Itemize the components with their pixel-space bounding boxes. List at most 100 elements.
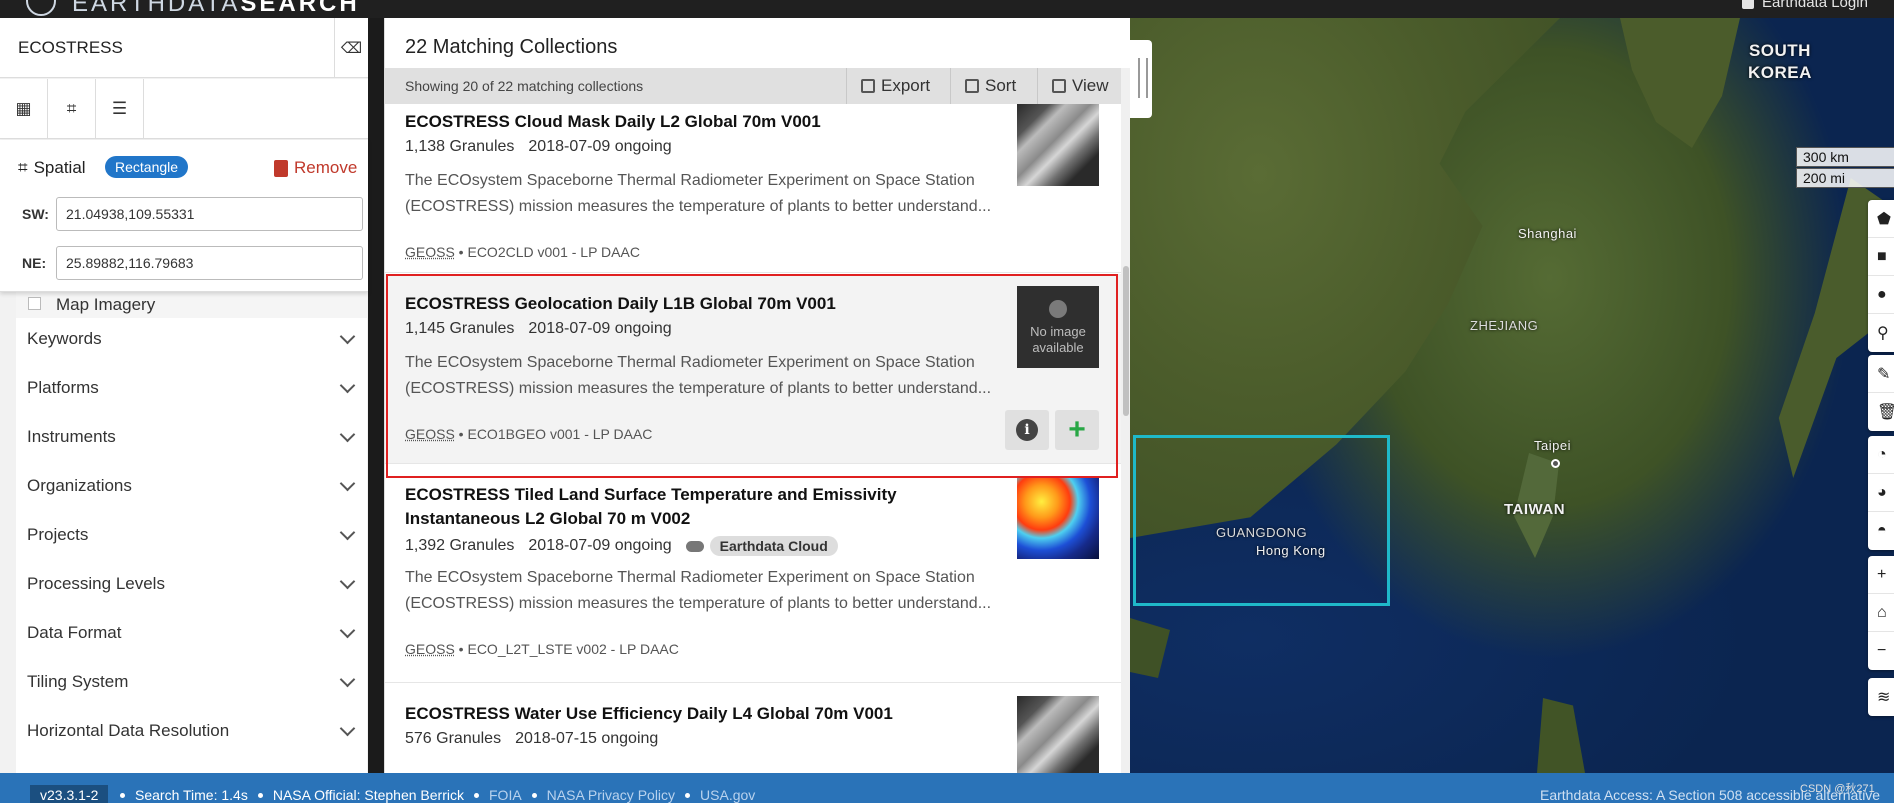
results-panel: 22 Matching Collections Showing 20 of 22…: [384, 18, 1131, 773]
collection-description: The ECOsystem Spaceborne Thermal Radiome…: [405, 354, 992, 397]
globe-icon: [1049, 300, 1067, 318]
facet-organizations[interactable]: Organizations: [16, 461, 367, 510]
facet-label: Tiling System: [27, 672, 129, 691]
spatial-type-badge: Rectangle: [105, 156, 189, 178]
login-link[interactable]: Earthdata Login: [1742, 0, 1868, 11]
collection-title[interactable]: ECOSTRESS Tiled Land Surface Temperature…: [405, 483, 975, 531]
add-collection-button[interactable]: +: [1055, 410, 1099, 450]
projection-geographic-button[interactable]: ◕: [1868, 474, 1894, 512]
plus-icon: +: [1877, 565, 1887, 583]
collection-item[interactable]: ECOSTRESS Tiled Land Surface Temperature…: [385, 465, 1121, 683]
edit-shape-button[interactable]: ✎: [1868, 355, 1894, 393]
crop-icon: ⌗: [66, 99, 77, 118]
map-imagery-label: Map Imagery: [56, 295, 156, 314]
draw-polygon-button[interactable]: ⬟: [1868, 200, 1894, 238]
foia-link[interactable]: FOIA: [489, 787, 522, 803]
zoom-out-button[interactable]: −: [1868, 632, 1894, 670]
facet-instruments[interactable]: Instruments: [16, 412, 367, 461]
map-pin-icon: ⚲: [1877, 325, 1889, 342]
earthdata-cloud-badge: Earthdata Cloud: [709, 536, 838, 556]
sort-button[interactable]: Sort: [950, 68, 1037, 104]
nasa-logo-icon[interactable]: [26, 0, 56, 16]
remove-spatial-button[interactable]: Remove: [274, 158, 357, 178]
export-icon: [861, 79, 875, 93]
ne-coordinate-input[interactable]: [56, 246, 363, 280]
sort-label: Sort: [985, 76, 1017, 95]
nasa-official: NASA Official: Stephen Berrick: [272, 787, 464, 803]
collection-item-highlighted[interactable]: ECOSTRESS Geolocation Daily L1B Global 7…: [385, 274, 1121, 464]
crop-icon: ⌗: [18, 158, 28, 177]
facet-filters: Map Imagery Keywords Platforms Instrumen…: [16, 292, 367, 773]
ne-label: NE:: [22, 255, 47, 271]
logo-text-light: EARTHDATA: [72, 0, 241, 17]
projection-antarctic-button[interactable]: ◓: [1868, 512, 1894, 550]
layers-button[interactable]: ≋: [1868, 678, 1894, 716]
collection-meta: 1,392 Granules 2018-07-09 ongoing Earthd…: [405, 536, 838, 556]
spatial-filter-button[interactable]: ⌗: [48, 79, 96, 139]
temporal-range: 2018-07-09 ongoing: [528, 138, 672, 155]
export-button[interactable]: Export: [846, 68, 950, 104]
facet-horizontal-resolution[interactable]: Horizontal Data Resolution: [16, 706, 367, 755]
collection-item[interactable]: ECOSTRESS Water Use Efficiency Daily L4 …: [385, 684, 1121, 773]
collection-title[interactable]: ECOSTRESS Geolocation Daily L1B Global 7…: [405, 292, 975, 316]
collection-description: The ECOsystem Spaceborne Thermal Radiome…: [405, 172, 992, 215]
draw-circle-button[interactable]: ●: [1868, 276, 1894, 314]
facet-tiling-system[interactable]: Tiling System: [16, 657, 367, 706]
granule-count: 1,138 Granules: [405, 138, 515, 155]
panel-resize-handle[interactable]: [1130, 40, 1152, 118]
chevron-down-icon: [339, 328, 356, 345]
results-scrollbar-thumb[interactable]: [1123, 266, 1129, 416]
separator-dot: [685, 792, 691, 798]
sw-label: SW:: [22, 206, 49, 222]
draw-point-button[interactable]: ⚲: [1868, 314, 1894, 352]
facet-processing-levels[interactable]: Processing Levels: [16, 559, 367, 608]
collection-source: • ECO1BGEO v001 - LP DAAC: [454, 426, 653, 442]
chevron-down-icon: [339, 573, 356, 590]
facet-keywords[interactable]: Keywords: [16, 314, 367, 363]
footer: v23.3.1-2 Search Time: 1.4s NASA Officia…: [0, 773, 1894, 803]
map[interactable]: SOUTH KOREA Shanghai ZHEJIANG Taipei TAI…: [1130, 18, 1894, 773]
map-imagery-checkbox[interactable]: [28, 297, 41, 310]
edit-icon: ✎: [1877, 365, 1891, 383]
map-label-south-korea: SOUTH KOREA: [1748, 41, 1812, 82]
home-button[interactable]: ⌂: [1868, 594, 1894, 632]
results-title: 22 Matching Collections: [405, 36, 618, 58]
map-landmass: [1130, 618, 1170, 678]
collection-title[interactable]: ECOSTRESS Water Use Efficiency Daily L4 …: [405, 702, 975, 726]
search-input[interactable]: [0, 18, 334, 78]
chevron-down-icon: [339, 622, 356, 639]
map-label-hong-kong: Hong Kong: [1256, 543, 1326, 558]
collection-info-button[interactable]: i: [1005, 410, 1049, 450]
privacy-policy-link[interactable]: NASA Privacy Policy: [547, 787, 675, 803]
app-logo[interactable]: EARTHDATASEARCH: [72, 0, 360, 18]
collection-list: ECOSTRESS Cloud Mask Daily L2 Global 70m…: [385, 104, 1121, 773]
delete-shape-button[interactable]: 🗑: [1868, 393, 1894, 431]
geoss-tag[interactable]: GEOSS: [405, 641, 455, 657]
collection-item[interactable]: ECOSTRESS Cloud Mask Daily L2 Global 70m…: [385, 104, 1121, 273]
geoss-tag[interactable]: GEOSS: [405, 426, 455, 442]
sw-coordinate-input[interactable]: [56, 197, 363, 231]
zoom-in-button[interactable]: +: [1868, 556, 1894, 594]
draw-tools: ⬟ ■ ● ⚲: [1868, 200, 1894, 352]
view-button[interactable]: View: [1037, 68, 1121, 104]
collection-footer: GEOSS • ECO1BGEO v001 - LP DAAC: [405, 426, 652, 442]
chevron-down-icon: [339, 475, 356, 492]
top-nav-bar: EARTHDATASEARCH Earthdata Login: [0, 0, 1894, 18]
facet-projects[interactable]: Projects: [16, 510, 367, 559]
advanced-search-button[interactable]: ☰: [96, 79, 144, 139]
clear-search-button[interactable]: ⌫: [334, 18, 368, 78]
facet-data-format[interactable]: Data Format: [16, 608, 367, 657]
facet-platforms[interactable]: Platforms: [16, 363, 367, 412]
draw-rectangle-button[interactable]: ■: [1868, 238, 1894, 276]
facet-label: Organizations: [27, 476, 132, 495]
plus-icon: +: [1068, 413, 1086, 446]
collection-title[interactable]: ECOSTRESS Cloud Mask Daily L2 Global 70m…: [405, 110, 975, 134]
projection-arctic-button[interactable]: ◔: [1868, 436, 1894, 474]
geoss-tag[interactable]: GEOSS: [405, 244, 455, 260]
usa-gov-link[interactable]: USA.gov: [700, 787, 755, 803]
collection-thumbnail: [1017, 477, 1099, 559]
facet-label: Processing Levels: [27, 574, 165, 593]
temporal-filter-button[interactable]: ▦: [0, 79, 48, 139]
map-scale-mi: 200 mi: [1796, 168, 1894, 188]
facet-label: Projects: [27, 525, 89, 544]
